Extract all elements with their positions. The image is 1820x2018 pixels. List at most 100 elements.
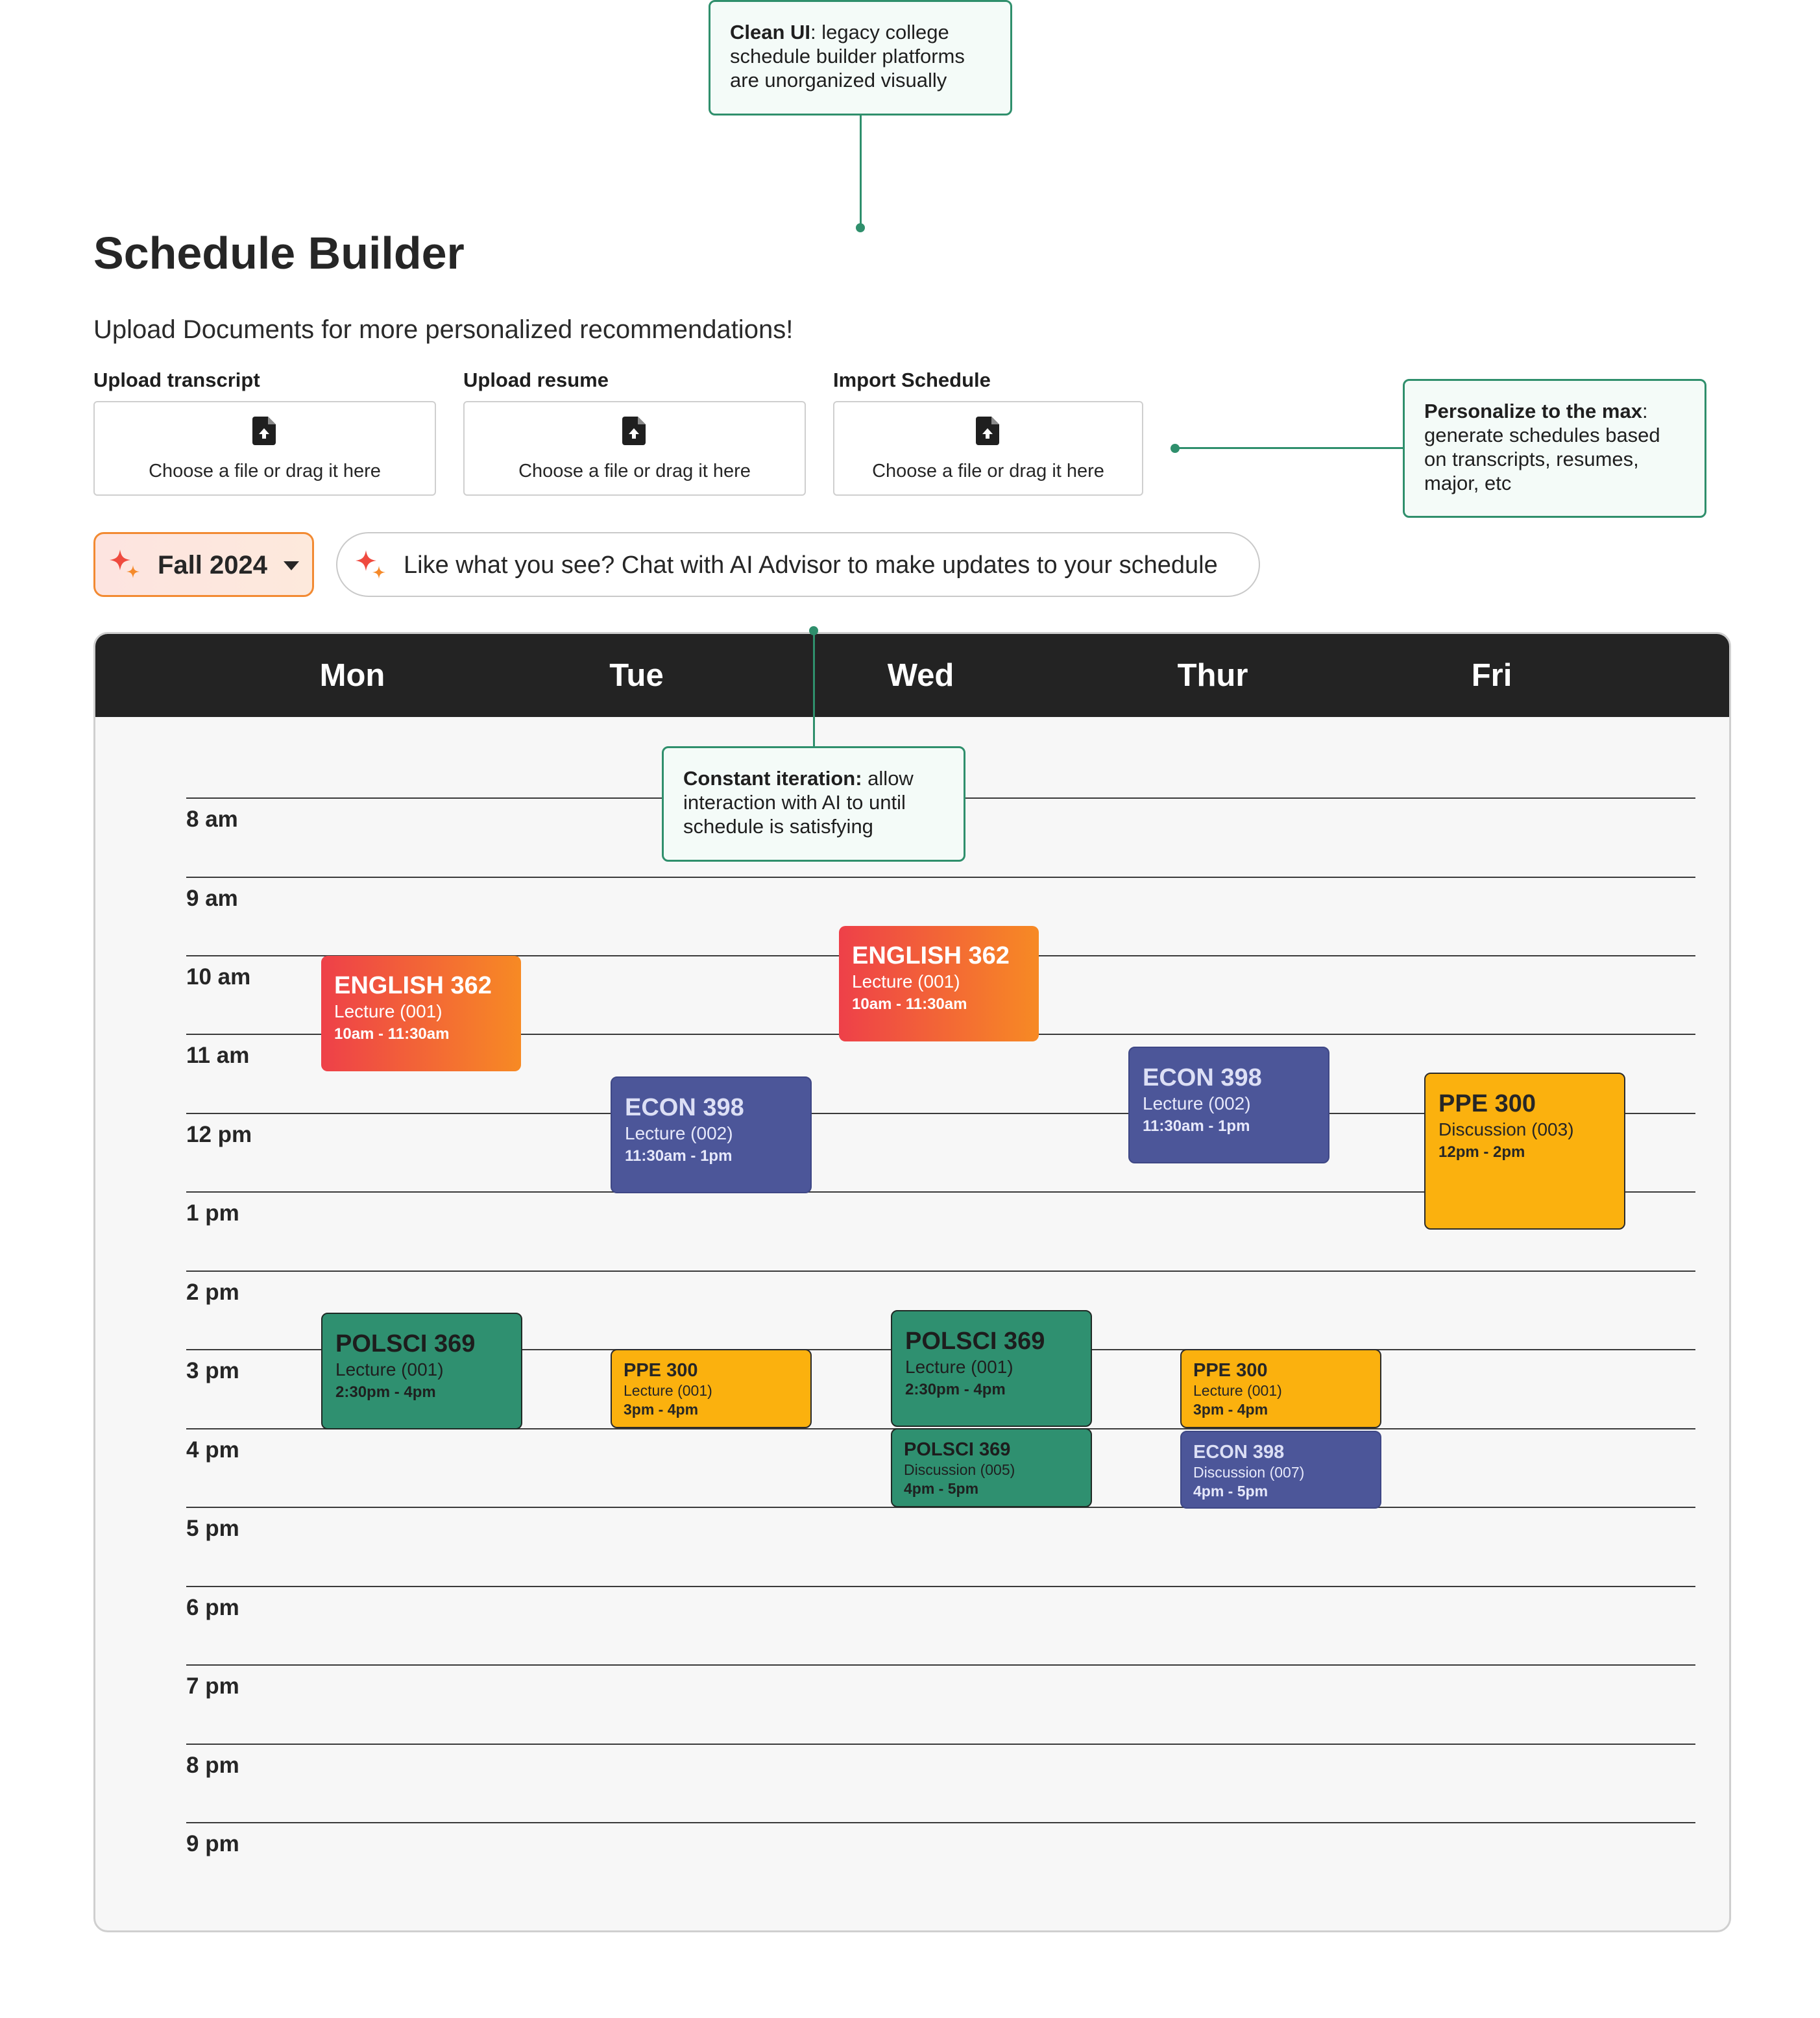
- file-upload-icon: [976, 417, 999, 445]
- annotation-personalize-title: Personalize to the max: [1424, 400, 1642, 422]
- hour-label: 8 pm: [186, 1753, 239, 1778]
- event-ppe-300-tue[interactable]: PPE 300 Lecture (001) 3pm - 4pm: [611, 1349, 812, 1428]
- annotation-connector: [860, 115, 862, 227]
- event-course-code: ENGLISH 362: [334, 972, 492, 999]
- sparkle-icon: [356, 550, 385, 579]
- event-section-type: Discussion (007): [1193, 1464, 1305, 1481]
- event-section-type: Lecture (001): [335, 1359, 444, 1380]
- annotation-anchor-dot: [856, 223, 865, 232]
- event-time: 4pm - 5pm: [904, 1480, 979, 1497]
- event-section-type: Lecture (001): [852, 971, 960, 991]
- event-time: 10am - 11:30am: [852, 995, 967, 1013]
- event-econ-398-tue[interactable]: ECON 398 Lecture (002) 11:30am - 1pm: [611, 1076, 812, 1193]
- file-upload-icon: [622, 417, 646, 445]
- event-section-type: Lecture (001): [905, 1357, 1013, 1377]
- page-subtitle: Upload Documents for more personalized r…: [93, 315, 794, 344]
- hour-label: 10 am: [186, 964, 251, 990]
- hour-label: 5 pm: [186, 1516, 239, 1541]
- calendar-day-header: Mon Tue Wed Thur Fri: [95, 634, 1729, 717]
- hour-gridline: [186, 1270, 1695, 1272]
- hour-label: 11 am: [186, 1043, 250, 1068]
- hour-gridline: [186, 1744, 1695, 1745]
- event-time: 3pm - 4pm: [1193, 1401, 1268, 1418]
- event-english-362-mon[interactable]: ENGLISH 362 Lecture (001) 10am - 11:30am: [321, 956, 521, 1071]
- annotation-connector: [813, 631, 815, 748]
- event-time: 2:30pm - 4pm: [335, 1383, 436, 1401]
- upload-resume-dropzone[interactable]: Choose a file or drag it here: [463, 401, 806, 496]
- hour-gridline: [186, 1822, 1695, 1823]
- chevron-down-icon: [284, 561, 299, 570]
- page-title: Schedule Builder: [93, 228, 465, 278]
- event-course-code: ENGLISH 362: [852, 942, 1010, 969]
- event-polsci-369-discussion-wed[interactable]: POLSCI 369 Discussion (005) 4pm - 5pm: [891, 1428, 1092, 1507]
- ai-advisor-chat-input[interactable]: Like what you see? Chat with AI Advisor …: [336, 532, 1260, 597]
- day-header-tue: Tue: [609, 658, 664, 693]
- annotation-iteration-title: Constant iteration:: [683, 767, 862, 790]
- event-course-code: ECON 398: [1143, 1064, 1262, 1091]
- event-course-code: PPE 300: [624, 1360, 698, 1381]
- event-section-type: Discussion (003): [1438, 1119, 1574, 1139]
- event-course-code: POLSCI 369: [335, 1330, 476, 1357]
- event-time: 4pm - 5pm: [1193, 1483, 1268, 1500]
- term-selector[interactable]: Fall 2024: [93, 532, 314, 597]
- hour-gridline: [186, 1586, 1695, 1587]
- event-section-type: Lecture (001): [334, 1001, 443, 1021]
- event-time: 12pm - 2pm: [1438, 1143, 1525, 1161]
- event-section-type: Lecture (002): [1143, 1093, 1251, 1113]
- upload-transcript-prompt: Choose a file or drag it here: [149, 461, 381, 481]
- event-course-code: PPE 300: [1193, 1360, 1268, 1381]
- sparkle-icon: [110, 550, 140, 578]
- annotation-clean-ui-title: Clean UI: [730, 21, 811, 43]
- import-schedule-label: Import Schedule: [833, 369, 991, 391]
- event-polsci-369-mon[interactable]: POLSCI 369 Lecture (001) 2:30pm - 4pm: [321, 1313, 522, 1429]
- event-course-code: POLSCI 369: [905, 1328, 1045, 1355]
- import-schedule-prompt: Choose a file or drag it here: [872, 461, 1104, 481]
- day-header-wed: Wed: [887, 658, 954, 693]
- event-section-type: Discussion (005): [904, 1461, 1015, 1478]
- event-course-code: POLSCI 369: [904, 1439, 1011, 1460]
- hour-gridline: [186, 877, 1695, 878]
- hour-label: 6 pm: [186, 1595, 239, 1620]
- hour-label: 7 pm: [186, 1673, 239, 1699]
- event-section-type: Lecture (001): [624, 1382, 712, 1399]
- upload-transcript-dropzone[interactable]: Choose a file or drag it here: [93, 401, 436, 496]
- event-course-code: ECON 398: [1193, 1442, 1285, 1463]
- import-schedule-dropzone[interactable]: Choose a file or drag it here: [833, 401, 1143, 496]
- event-english-362-wed[interactable]: ENGLISH 362 Lecture (001) 10am - 11:30am: [839, 926, 1039, 1041]
- hour-label: 3 pm: [186, 1358, 239, 1383]
- event-course-code: PPE 300: [1438, 1090, 1536, 1117]
- event-section-type: Lecture (002): [625, 1123, 733, 1143]
- event-econ-398-thur[interactable]: ECON 398 Lecture (002) 11:30am - 1pm: [1128, 1047, 1329, 1163]
- day-header-mon: Mon: [319, 658, 385, 693]
- hour-label: 12 pm: [186, 1122, 252, 1147]
- annotation-clean-ui: Clean UI: legacy college schedule builde…: [709, 0, 1012, 115]
- file-upload-icon: [252, 417, 276, 445]
- hour-label: 8 am: [186, 807, 238, 832]
- event-polsci-369-wed[interactable]: POLSCI 369 Lecture (001) 2:30pm - 4pm: [891, 1310, 1092, 1427]
- event-time: 11:30am - 1pm: [1143, 1117, 1250, 1135]
- event-ppe-300-thur[interactable]: PPE 300 Lecture (001) 3pm - 4pm: [1180, 1349, 1381, 1428]
- annotation-constant-iteration: Constant iteration: allow interaction wi…: [662, 746, 965, 862]
- event-time: 3pm - 4pm: [624, 1401, 699, 1418]
- hour-gridline: [186, 1664, 1695, 1666]
- event-econ-398-discussion-thur[interactable]: ECON 398 Discussion (007) 4pm - 5pm: [1180, 1431, 1381, 1509]
- hour-label: 9 am: [186, 886, 238, 911]
- hour-label: 4 pm: [186, 1437, 239, 1463]
- chat-prompt-text: Like what you see? Chat with AI Advisor …: [404, 552, 1218, 579]
- event-time: 2:30pm - 4pm: [905, 1381, 1006, 1398]
- annotation-connector: [1175, 447, 1404, 449]
- event-ppe-300-fri[interactable]: PPE 300 Discussion (003) 12pm - 2pm: [1424, 1073, 1625, 1230]
- event-time: 10am - 11:30am: [334, 1025, 450, 1043]
- hour-label: 2 pm: [186, 1280, 239, 1305]
- hour-label: 1 pm: [186, 1200, 239, 1226]
- event-time: 11:30am - 1pm: [625, 1147, 733, 1165]
- day-header-fri: Fri: [1471, 658, 1512, 693]
- event-section-type: Lecture (001): [1193, 1382, 1282, 1399]
- hour-label: 9 pm: [186, 1831, 239, 1856]
- event-course-code: ECON 398: [625, 1094, 744, 1121]
- day-header-thur: Thur: [1177, 658, 1248, 693]
- upload-resume-prompt: Choose a file or drag it here: [518, 461, 751, 481]
- upload-transcript-label: Upload transcript: [93, 369, 260, 391]
- annotation-personalize: Personalize to the max: generate schedul…: [1403, 379, 1706, 518]
- term-label: Fall 2024: [158, 551, 268, 579]
